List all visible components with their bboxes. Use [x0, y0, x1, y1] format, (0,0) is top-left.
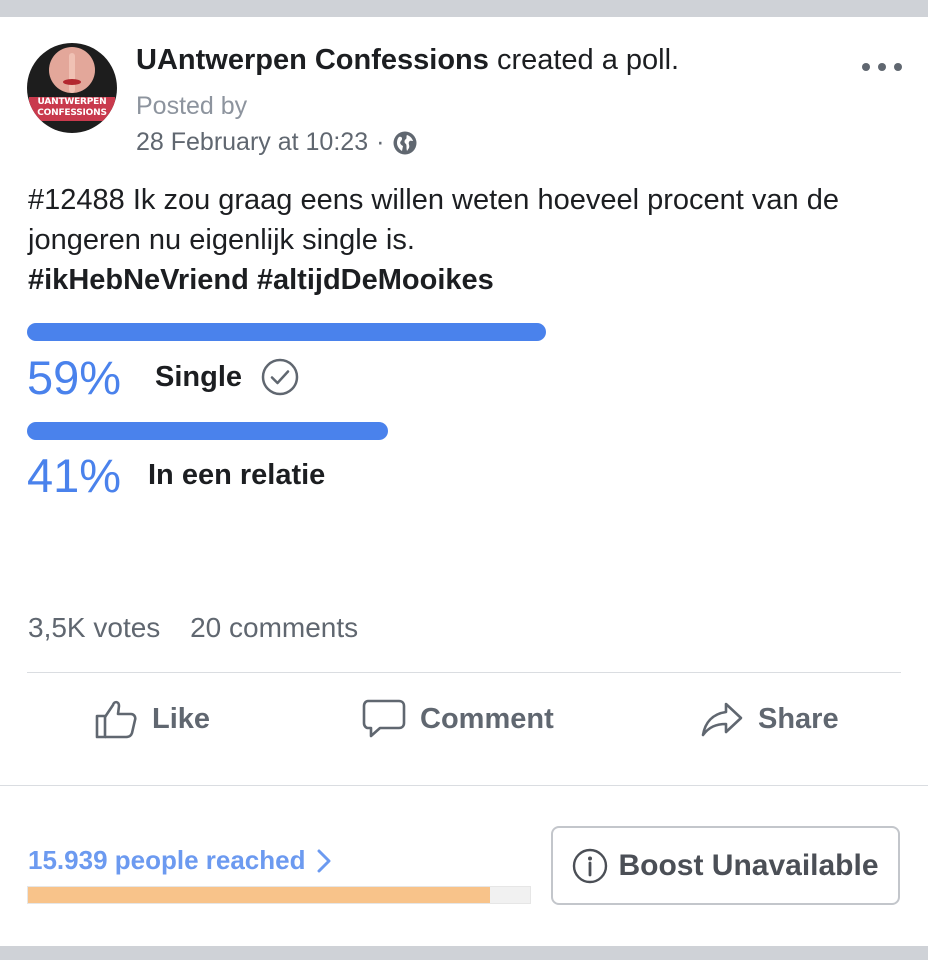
- bottom-separator: [0, 946, 928, 960]
- avatar-badge-line1: UANTWERPEN: [37, 97, 107, 107]
- vote-count[interactable]: 3,5K votes: [28, 612, 160, 643]
- post-hashtags[interactable]: #ikHebNeVriend #altijdDeMooikes: [28, 260, 908, 300]
- poll-option-relationship[interactable]: In een relatie: [148, 459, 325, 492]
- divider: [27, 672, 901, 673]
- post-timestamp[interactable]: 28 February at 10:23: [136, 128, 368, 157]
- post-body: #12488 Ik zou graag eens willen weten ho…: [28, 180, 908, 300]
- poll-bar-single: [27, 323, 546, 341]
- divider: [0, 785, 928, 786]
- info-icon: [573, 848, 608, 883]
- like-icon: [95, 700, 137, 739]
- people-reached-label: 15.939 people reached: [28, 845, 306, 875]
- comment-count[interactable]: 20 comments: [190, 612, 358, 643]
- comment-button[interactable]: Comment: [362, 694, 554, 744]
- reach-progress-track: [27, 886, 531, 904]
- comment-label: Comment: [420, 702, 554, 735]
- comment-icon: [362, 699, 406, 738]
- avatar-lips: [63, 79, 81, 85]
- post-text: #12488 Ik zou graag eens willen weten ho…: [28, 184, 839, 256]
- share-button[interactable]: Share: [700, 694, 839, 744]
- check-circle-icon: [261, 358, 299, 396]
- like-button[interactable]: Like: [94, 694, 210, 744]
- more-options-dot: [878, 63, 886, 71]
- poll-percent-single: 59%: [27, 351, 122, 404]
- page-name-link[interactable]: UAntwerpen Confessions: [136, 44, 489, 76]
- people-reached-link[interactable]: 15.939 people reached: [28, 845, 331, 876]
- boost-unavailable-button[interactable]: Boost Unavailable: [551, 826, 900, 905]
- poll-percent-relationship: 41%: [27, 449, 122, 502]
- post-action-text: created a poll.: [496, 44, 680, 76]
- share-icon: [701, 702, 743, 737]
- avatar-badge-line2: CONFESSIONS: [37, 108, 107, 118]
- engagement-counts: 3,5K votes 20 comments: [28, 612, 358, 644]
- poll-bar-relationship: [27, 422, 388, 440]
- share-label: Share: [758, 702, 839, 735]
- reach-progress-fill: [28, 887, 490, 903]
- more-options-dot: [862, 63, 870, 71]
- posted-by-label: Posted by: [136, 92, 248, 120]
- top-separator: [0, 0, 928, 17]
- page-avatar[interactable]: UANTWERPEN CONFESSIONS: [27, 43, 117, 133]
- boost-label: Boost Unavailable: [618, 848, 879, 882]
- poll-option-single[interactable]: Single: [155, 361, 242, 394]
- more-options-dot: [894, 63, 902, 71]
- separator-dot: ·: [376, 128, 385, 156]
- timestamp-row: 28 February at 10:23 ·: [136, 128, 418, 157]
- like-label: Like: [152, 702, 211, 735]
- avatar-badge: UANTWERPEN CONFESSIONS: [29, 97, 115, 121]
- post-header-title: UAntwerpen Confessions created a poll.: [136, 44, 679, 77]
- globe-icon: [393, 131, 417, 154]
- more-options-button[interactable]: [860, 56, 904, 78]
- chevron-right-icon: [317, 849, 331, 872]
- avatar-finger: [69, 53, 75, 93]
